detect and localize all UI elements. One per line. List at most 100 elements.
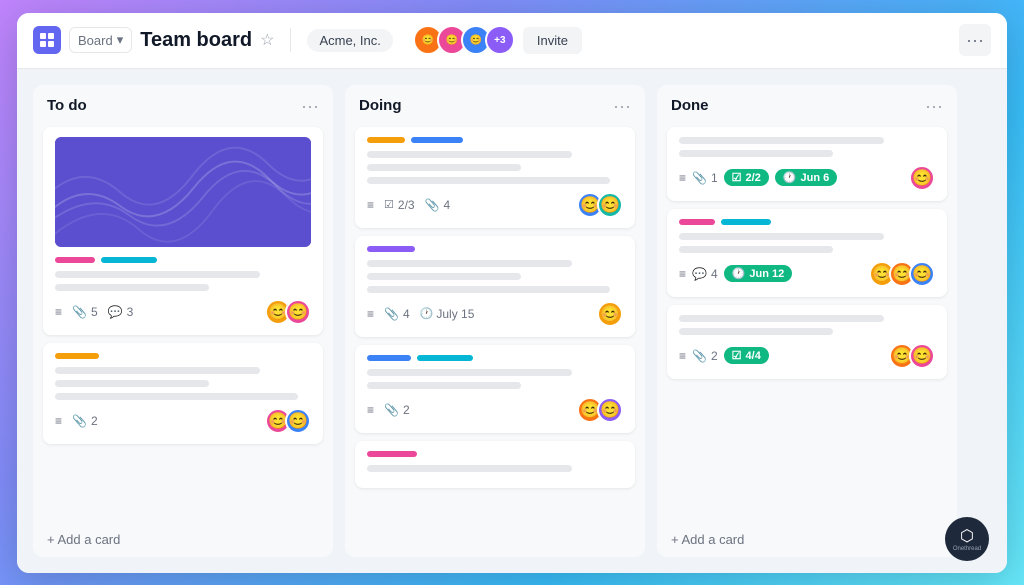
card-line bbox=[679, 315, 884, 322]
meta-lines-icon: ≡ bbox=[679, 171, 686, 185]
card-line bbox=[367, 151, 572, 158]
card-avatar: 😊 bbox=[909, 261, 935, 287]
card-todo-2-avatars: 😊 😊 bbox=[265, 408, 311, 434]
card-todo-1-meta: ≡ 📎5 💬3 😊 😊 bbox=[55, 299, 311, 325]
column-todo-header: To do ··· bbox=[33, 85, 333, 123]
column-doing: Doing ··· ≡ ☑2/3 📎4 bbox=[345, 85, 645, 557]
tag bbox=[721, 219, 771, 225]
column-doing-body: ≡ ☑2/3 📎4 😊 😊 bbox=[345, 123, 645, 557]
july-15-date: July 15 bbox=[436, 307, 474, 321]
card-done-3-meta: ≡ 📎2 ☑4/4 😊 😊 bbox=[679, 343, 935, 369]
card-line bbox=[367, 382, 521, 389]
add-card-todo-label: + Add a card bbox=[47, 532, 120, 547]
meta-comments: 💬4 bbox=[692, 267, 718, 281]
meta-attachments: 📎5 bbox=[72, 305, 98, 319]
header-divider bbox=[290, 28, 291, 52]
meta-comments: 💬3 bbox=[108, 305, 134, 319]
column-todo-more-icon[interactable]: ··· bbox=[301, 97, 319, 115]
meta-checkbox: ☑2/3 bbox=[384, 198, 415, 212]
dropdown-chevron-icon: ▾ bbox=[117, 32, 124, 48]
add-card-todo[interactable]: + Add a card bbox=[33, 522, 333, 557]
watermark-label: Onethread bbox=[953, 546, 981, 552]
star-icon[interactable]: ☆ bbox=[260, 30, 274, 50]
card-line bbox=[55, 271, 260, 278]
card-doing-4[interactable] bbox=[355, 441, 635, 488]
avatar-group: 😊 😊 😊 +3 bbox=[413, 25, 515, 55]
column-todo: To do ··· bbox=[33, 85, 333, 557]
card-line bbox=[679, 328, 833, 335]
card-avatar: 😊 bbox=[285, 299, 311, 325]
tag bbox=[55, 257, 95, 263]
card-avatar: 😊 bbox=[909, 165, 935, 191]
card-done-2[interactable]: ≡ 💬4 🕐Jun 12 😊 😊 😊 bbox=[667, 209, 947, 297]
page-title: Team board bbox=[140, 29, 252, 52]
card-line bbox=[55, 284, 209, 291]
meta-attachments: 📎2 bbox=[384, 403, 410, 417]
app-container: Board ▾ Team board ☆ Acme, Inc. 😊 😊 😊 +3… bbox=[17, 13, 1007, 573]
badge-checklist-2: ☑4/4 bbox=[724, 347, 769, 364]
column-done-more-icon[interactable]: ··· bbox=[925, 97, 943, 115]
card-doing-1[interactable]: ≡ ☑2/3 📎4 😊 😊 bbox=[355, 127, 635, 228]
meta-attachments: 📎4 bbox=[384, 307, 410, 321]
column-doing-more-icon[interactable]: ··· bbox=[613, 97, 631, 115]
invite-button[interactable]: Invite bbox=[523, 27, 582, 54]
badge-checklist: ☑2/2 bbox=[724, 169, 769, 186]
card-doing-1-meta: ≡ ☑2/3 📎4 😊 😊 bbox=[367, 192, 623, 218]
workspace-label: Acme, Inc. bbox=[319, 33, 380, 48]
card-line bbox=[55, 393, 298, 400]
card-done-2-avatars: 😊 😊 😊 bbox=[869, 261, 935, 287]
avatar-section: 😊 😊 😊 +3 Invite bbox=[413, 25, 582, 55]
card-todo-2-tags bbox=[55, 353, 311, 359]
card-line bbox=[679, 137, 884, 144]
card-todo-2[interactable]: ≡ 📎2 😊 😊 bbox=[43, 343, 323, 444]
meta-lines-icon: ≡ bbox=[679, 267, 686, 281]
card-avatar: 😊 bbox=[597, 397, 623, 423]
card-done-1-meta: ≡ 📎1 ☑2/2 🕐Jun 6 😊 bbox=[679, 165, 935, 191]
avatar-count[interactable]: +3 bbox=[485, 25, 515, 55]
workspace-pill[interactable]: Acme, Inc. bbox=[307, 29, 392, 52]
tag bbox=[679, 219, 715, 225]
meta-attachments: 📎2 bbox=[692, 349, 718, 363]
column-done-title: Done bbox=[671, 97, 709, 114]
card-doing-2[interactable]: ≡ 📎4 🕐July 15 😊 bbox=[355, 236, 635, 337]
card-avatar: 😊 bbox=[597, 192, 623, 218]
card-line bbox=[679, 246, 833, 253]
tag bbox=[411, 137, 463, 143]
more-options-button[interactable]: ··· bbox=[959, 24, 991, 56]
add-card-done[interactable]: + Add a card bbox=[657, 522, 957, 557]
meta-lines-icon: ≡ bbox=[55, 305, 62, 319]
column-done-header: Done ··· bbox=[657, 85, 957, 123]
card-doing-4-tags bbox=[367, 451, 623, 457]
board-dropdown[interactable]: Board ▾ bbox=[69, 27, 132, 53]
meta-lines-icon: ≡ bbox=[679, 349, 686, 363]
card-line bbox=[367, 164, 521, 171]
card-avatar: 😊 bbox=[909, 343, 935, 369]
card-doing-1-avatars: 😊 😊 bbox=[577, 192, 623, 218]
card-line bbox=[55, 380, 209, 387]
tag bbox=[55, 353, 99, 359]
tag bbox=[367, 355, 411, 361]
card-doing-3-avatars: 😊 😊 bbox=[577, 397, 623, 423]
card-line bbox=[679, 233, 884, 240]
column-todo-title: To do bbox=[47, 97, 87, 114]
card-todo-1[interactable]: ≡ 📎5 💬3 😊 😊 bbox=[43, 127, 323, 335]
card-doing-3[interactable]: ≡ 📎2 😊 😊 bbox=[355, 345, 635, 433]
card-done-1[interactable]: ≡ 📎1 ☑2/2 🕐Jun 6 😊 bbox=[667, 127, 947, 201]
column-done: Done ··· ≡ 📎1 ☑2/2 🕐Jun 6 😊 bbox=[657, 85, 957, 557]
tag bbox=[367, 451, 417, 457]
card-doing-1-tags bbox=[367, 137, 623, 143]
card-line bbox=[679, 150, 833, 157]
card-line bbox=[367, 177, 610, 184]
card-todo-1-avatars: 😊 😊 bbox=[265, 299, 311, 325]
card-avatar: 😊 bbox=[285, 408, 311, 434]
meta-attachments: 📎2 bbox=[72, 414, 98, 428]
card-done-3[interactable]: ≡ 📎2 ☑4/4 😊 😊 bbox=[667, 305, 947, 379]
card-doing-2-avatars: 😊 bbox=[597, 301, 623, 327]
header-left: Board ▾ Team board ☆ bbox=[33, 26, 274, 54]
column-done-body: ≡ 📎1 ☑2/2 🕐Jun 6 😊 bbox=[657, 123, 957, 522]
card-image bbox=[55, 137, 311, 247]
card-doing-3-meta: ≡ 📎2 😊 😊 bbox=[367, 397, 623, 423]
board: To do ··· bbox=[17, 69, 1007, 573]
card-todo-1-tags bbox=[55, 257, 311, 263]
card-doing-2-meta: ≡ 📎4 🕐July 15 😊 bbox=[367, 301, 623, 327]
